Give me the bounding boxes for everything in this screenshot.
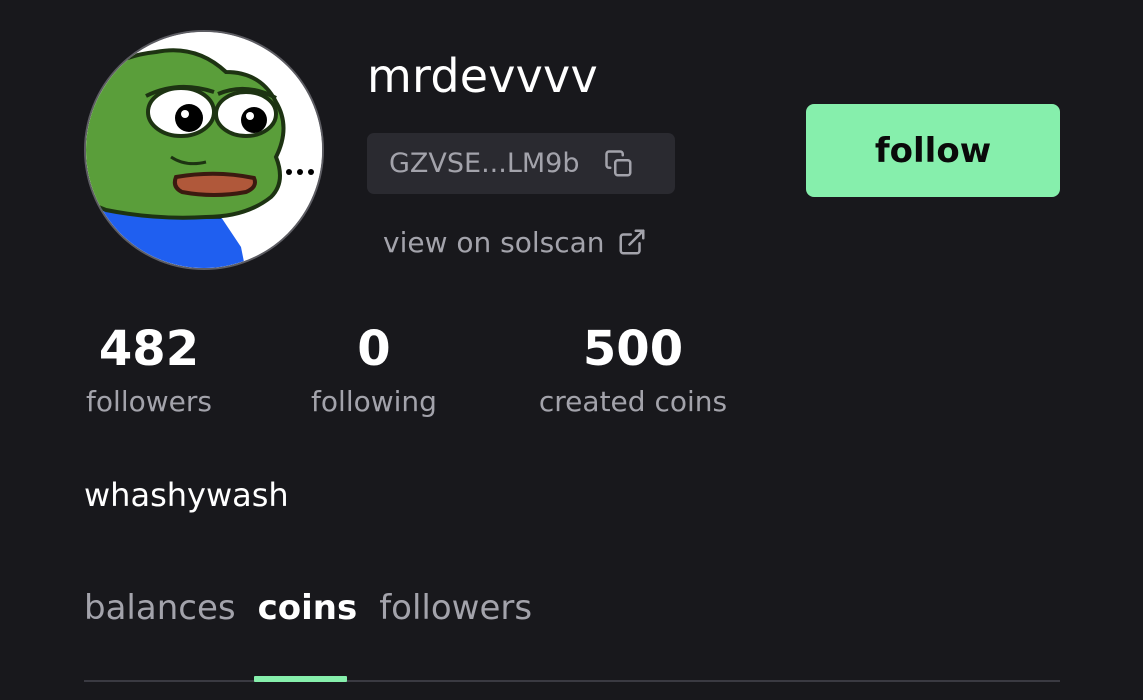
solscan-link-label: view on solscan xyxy=(383,225,605,259)
following-stat[interactable]: 0 following xyxy=(308,318,440,422)
active-tab-indicator xyxy=(254,676,347,682)
address-chip[interactable]: GZVSE...LM9b xyxy=(367,133,675,194)
following-label: following xyxy=(311,385,437,418)
avatar[interactable] xyxy=(84,30,324,270)
external-link-icon xyxy=(617,227,647,257)
created-coins-count: 500 xyxy=(582,321,684,377)
tab-divider xyxy=(84,680,1060,682)
wallet-address: GZVSE...LM9b xyxy=(389,148,580,179)
tab-balances[interactable]: balances xyxy=(84,585,236,631)
tab-coins[interactable]: coins xyxy=(258,585,358,631)
profile-bio: whashywash xyxy=(84,476,289,514)
created-coins-label: created coins xyxy=(538,385,728,418)
created-coins-stat[interactable]: 500 created coins xyxy=(533,318,733,422)
followers-label: followers xyxy=(86,385,212,418)
followers-stat[interactable]: 482 followers xyxy=(84,318,214,422)
tab-followers[interactable]: followers xyxy=(379,585,532,631)
pepe-avatar-image xyxy=(86,32,322,268)
profile-tabs: balances coins followers xyxy=(84,585,554,631)
follow-button[interactable]: follow xyxy=(806,104,1060,197)
copy-icon[interactable] xyxy=(604,149,634,179)
view-on-solscan-link[interactable]: view on solscan xyxy=(383,222,647,262)
followers-count: 482 xyxy=(98,321,200,377)
username: mrdevvvv xyxy=(367,49,598,103)
following-count: 0 xyxy=(357,321,391,377)
